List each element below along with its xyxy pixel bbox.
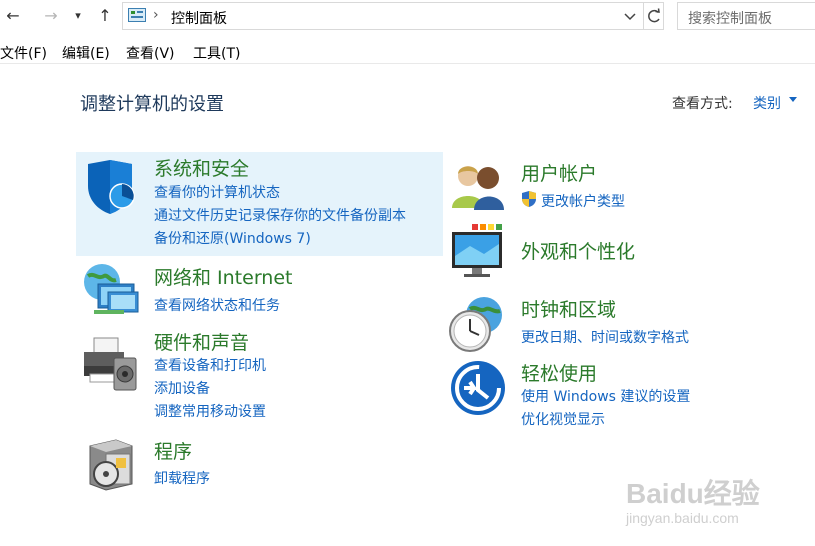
- category-title-clock-region[interactable]: 时钟和区域: [521, 295, 616, 322]
- watermark-url: jingyan.baidu.com: [626, 510, 739, 526]
- refresh-button[interactable]: [643, 3, 664, 29]
- back-button[interactable]: ←: [2, 4, 24, 26]
- programs-icon: [89, 439, 133, 491]
- link-optimize-display[interactable]: 优化视觉显示: [521, 409, 605, 429]
- category-title-system-security[interactable]: 系统和安全: [154, 154, 249, 181]
- category-title-user-accounts[interactable]: 用户帐户: [521, 159, 597, 186]
- ease-of-access-icon: [451, 361, 505, 415]
- arrow-up-icon: ↑: [98, 5, 112, 25]
- search-box[interactable]: 搜索控制面板: [677, 2, 815, 30]
- link-change-date-time-format[interactable]: 更改日期、时间或数字格式: [521, 327, 689, 347]
- baidu-watermark: Baidu经验 jingyan.baidu.com: [622, 470, 802, 530]
- network-icon: [84, 264, 139, 314]
- shield-icon: [88, 160, 135, 214]
- link-recommended-settings[interactable]: 使用 Windows 建议的设置: [521, 386, 690, 406]
- chevron-down-icon: ▾: [75, 8, 81, 22]
- link-change-account-type[interactable]: 更改帐户类型: [541, 191, 625, 211]
- link-uninstall-program[interactable]: 卸载程序: [154, 468, 210, 488]
- caret-down-icon: [789, 97, 797, 102]
- chevron-down-icon: [624, 13, 636, 21]
- clock-region-icon: [449, 297, 502, 352]
- view-by-label: 查看方式:: [672, 96, 733, 112]
- uac-shield-icon: [522, 191, 536, 207]
- page-title: 调整计算机的设置: [80, 94, 224, 115]
- appearance-icon: [452, 224, 502, 277]
- link-mobility-settings[interactable]: 调整常用移动设置: [154, 401, 266, 421]
- category-title-network[interactable]: 网络和 Internet: [154, 263, 292, 290]
- menu-view[interactable]: 查看(V): [126, 43, 175, 63]
- link-network-status[interactable]: 查看网络状态和任务: [154, 295, 280, 315]
- control-panel-icon: [128, 8, 146, 22]
- address-bar[interactable]: › 控制面板: [122, 2, 664, 30]
- breadcrumb-separator: ›: [153, 7, 159, 23]
- menu-tools[interactable]: 工具(T): [193, 43, 240, 63]
- category-title-programs[interactable]: 程序: [154, 437, 192, 464]
- users-icon: [452, 166, 504, 210]
- view-by-dropdown[interactable]: 类别: [753, 93, 781, 113]
- category-title-hardware[interactable]: 硬件和声音: [154, 328, 249, 355]
- breadcrumb-control-panel[interactable]: 控制面板: [171, 8, 227, 28]
- link-view-computer-status[interactable]: 查看你的计算机状态: [154, 182, 280, 202]
- menu-file[interactable]: 文件(F): [0, 43, 47, 63]
- link-add-device[interactable]: 添加设备: [154, 378, 210, 398]
- link-devices-printers[interactable]: 查看设备和打印机: [154, 355, 266, 375]
- recent-locations-button[interactable]: ▾: [70, 4, 86, 26]
- address-dropdown-button[interactable]: [623, 6, 641, 26]
- search-input[interactable]: 搜索控制面板: [688, 8, 772, 28]
- category-title-appearance[interactable]: 外观和个性化: [521, 237, 635, 264]
- forward-button[interactable]: →: [40, 4, 62, 26]
- link-backup-restore[interactable]: 备份和还原(Windows 7): [154, 228, 311, 248]
- watermark-brand: Baidu经验: [626, 478, 760, 509]
- category-title-ease-of-access[interactable]: 轻松使用: [521, 359, 597, 386]
- up-button[interactable]: ↑: [94, 4, 116, 26]
- arrow-right-icon: →: [44, 5, 58, 25]
- refresh-icon: [648, 8, 660, 23]
- menu-edit[interactable]: 编辑(E): [62, 43, 110, 63]
- link-file-history-backup[interactable]: 通过文件历史记录保存你的文件备份副本: [154, 205, 406, 225]
- menu-bar: 文件(F) 编辑(E) 查看(V) 工具(T): [0, 38, 815, 64]
- printer-icon: [84, 337, 137, 391]
- arrow-left-icon: ←: [6, 5, 20, 25]
